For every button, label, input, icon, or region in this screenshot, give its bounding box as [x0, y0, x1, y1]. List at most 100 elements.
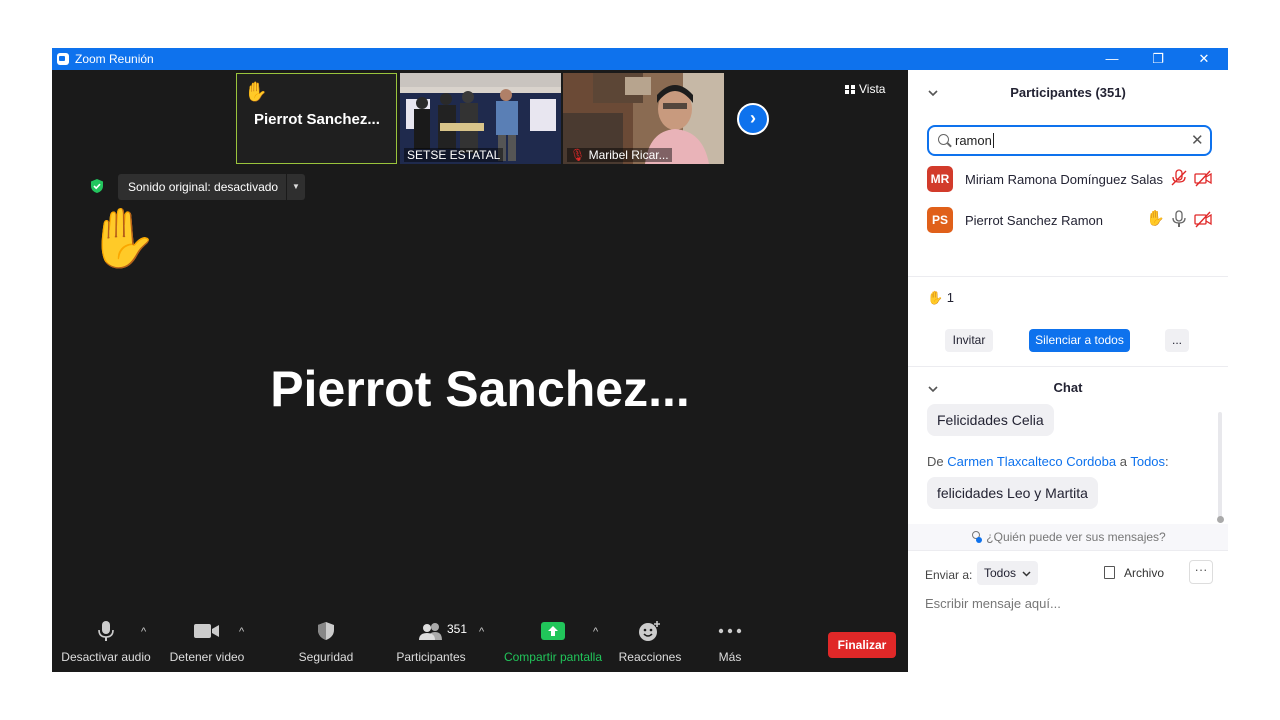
- security-button[interactable]: Seguridad: [292, 616, 360, 664]
- video-camera-icon: [164, 616, 250, 646]
- close-window-button[interactable]: ✕: [1181, 48, 1227, 70]
- video-off-icon[interactable]: [1194, 169, 1212, 187]
- from-suffix: :: [1165, 454, 1169, 469]
- thumbnail-maribel[interactable]: 🎙 Maribel Ricar...: [563, 73, 724, 164]
- video-options-caret[interactable]: ^: [239, 626, 244, 638]
- from-mid: a: [1119, 454, 1127, 469]
- microphone-icon[interactable]: [1170, 210, 1188, 228]
- mute-audio-label: Desactivar audio: [61, 650, 151, 664]
- message-privacy-link[interactable]: ¿Quién puede ver sus mensajes?: [908, 524, 1228, 550]
- send-to-dropdown[interactable]: Todos: [977, 561, 1039, 585]
- meeting-toolbar: Desactivar audio ^ Detener video ^ Segur…: [52, 616, 908, 672]
- raised-hands-count: ✋ 1: [927, 290, 955, 305]
- window-title: Zoom Reunión: [75, 52, 154, 66]
- share-screen-icon: [502, 616, 604, 646]
- more-button[interactable]: Más: [706, 616, 754, 664]
- thumbnail-name-text: Maribel Ricar...: [588, 148, 669, 162]
- reactions-label: Reacciones: [618, 650, 682, 664]
- privacy-label: ¿Quién puede ver sus mensajes?: [986, 530, 1166, 544]
- search-value: ramon: [955, 133, 994, 148]
- avatar: PS: [927, 207, 953, 233]
- send-to-label: Enviar a:: [925, 568, 973, 582]
- participant-row[interactable]: MR Miriam Ramona Domínguez Salas: [927, 166, 1217, 192]
- original-sound-label: Sonido original: desactivado: [128, 180, 279, 194]
- chat-recipient[interactable]: Todos: [1130, 454, 1165, 469]
- thumbnail-pierrot[interactable]: ✋ Pierrot Sanchez...: [236, 73, 397, 164]
- audio-options-caret[interactable]: ^: [141, 626, 146, 638]
- chat-message: Felicidades Celia: [927, 404, 1054, 436]
- participants-label: Participantes: [396, 650, 466, 664]
- participant-name: Miriam Ramona Domínguez Salas: [965, 172, 1163, 187]
- thumbnail-setse[interactable]: SETSE ESTATAL: [400, 73, 561, 164]
- raised-hand-icon: ✋: [1146, 210, 1165, 227]
- file-label: Archivo: [1124, 566, 1165, 580]
- avatar: MR: [927, 166, 953, 192]
- participants-count: 351: [447, 622, 468, 636]
- more-label: Más: [718, 650, 742, 664]
- search-icon: [938, 134, 949, 145]
- stop-video-label: Detener video: [169, 650, 245, 664]
- person-icon: [970, 531, 983, 543]
- chevron-down-icon: [1022, 571, 1031, 577]
- next-page-button[interactable]: ›: [737, 103, 769, 135]
- title-bar: Zoom Reunión — ❐ ✕: [52, 48, 1228, 70]
- chat-scrollbar[interactable]: [1218, 412, 1222, 520]
- divider: [286, 174, 287, 200]
- participant-name: Pierrot Sanchez Ramon: [965, 213, 1104, 228]
- muted-mic-icon[interactable]: [1170, 169, 1188, 187]
- file-icon: [1104, 566, 1115, 579]
- video-off-icon[interactable]: [1194, 210, 1212, 228]
- security-shield-icon: [292, 616, 360, 646]
- encryption-shield-icon[interactable]: [89, 178, 105, 194]
- microphone-icon: [60, 616, 152, 646]
- participants-more-button[interactable]: ...: [1165, 329, 1189, 352]
- share-screen-button[interactable]: Compartir pantalla: [502, 616, 604, 664]
- invite-button[interactable]: Invitar: [945, 329, 993, 352]
- participants-title: Participantes (351): [1010, 85, 1126, 100]
- zoom-app-icon: [57, 53, 69, 65]
- participants-chat-panel: Participantes (351) ramon ✕ MR Miriam Ra…: [908, 70, 1228, 672]
- chat-sender[interactable]: Carmen Tlaxcalteco Cordoba: [947, 454, 1116, 469]
- divider: [908, 276, 1228, 277]
- security-label: Seguridad: [298, 650, 354, 664]
- video-stage: ✋ Pierrot Sanchez... SETSE ESTATAL 🎙 Mar…: [52, 70, 908, 672]
- view-button[interactable]: Vista: [845, 82, 885, 96]
- chat-scrollbar-thumb[interactable]: [1217, 516, 1224, 523]
- participant-row[interactable]: PS Pierrot Sanchez Ramon ✋: [927, 207, 1217, 233]
- active-speaker-name: Pierrot Sanchez...: [270, 361, 690, 417]
- stop-video-button[interactable]: Detener video: [164, 616, 250, 664]
- maximize-button[interactable]: ❐: [1135, 48, 1181, 70]
- raised-hand-icon: ✋: [86, 206, 159, 271]
- mute-audio-button[interactable]: Desactivar audio: [60, 616, 152, 664]
- grid-icon: [845, 85, 855, 94]
- chat-title: Chat: [1053, 380, 1083, 395]
- thumbnail-name: Pierrot Sanchez...: [254, 111, 380, 128]
- view-label: Vista: [859, 82, 886, 96]
- original-sound-toggle[interactable]: Sonido original: desactivado ▼: [118, 174, 305, 200]
- from-prefix: De: [927, 454, 944, 469]
- chevron-down-icon[interactable]: ▼: [292, 174, 300, 200]
- reaction-smiley-icon: [616, 616, 684, 646]
- participants-header: Participantes (351): [908, 70, 1228, 118]
- share-options-caret[interactable]: ^: [593, 626, 598, 638]
- share-screen-label: Compartir pantalla: [503, 650, 603, 664]
- participant-search-input[interactable]: ramon ✕: [927, 125, 1212, 156]
- file-button[interactable]: Archivo: [1104, 566, 1164, 580]
- divider: [908, 366, 1228, 367]
- participants-options-caret[interactable]: ^: [479, 626, 484, 638]
- chat-message-input[interactable]: Escribir mensaje aquí...: [925, 596, 1061, 611]
- chat-message: felicidades Leo y Martita: [927, 477, 1098, 509]
- more-dots-icon: [706, 616, 754, 646]
- minimize-button[interactable]: —: [1089, 48, 1135, 70]
- thumbnail-name: 🎙 Maribel Ricar...: [567, 148, 672, 162]
- end-meeting-button[interactable]: Finalizar: [828, 632, 896, 658]
- clear-search-icon[interactable]: ✕: [1191, 131, 1204, 149]
- mute-all-button[interactable]: Silenciar a todos: [1029, 329, 1130, 352]
- divider: [908, 550, 1228, 551]
- chat-more-button[interactable]: ···: [1189, 560, 1213, 584]
- zoom-window: Zoom Reunión — ❐ ✕ ✋ Pierrot Sanchez...: [52, 48, 1228, 672]
- chat-sender-line: De Carmen Tlaxcalteco Cordoba a Todos:: [927, 454, 1169, 469]
- muted-mic-icon: 🎙: [570, 148, 586, 162]
- thumbnail-name: SETSE ESTATAL: [404, 148, 504, 162]
- reactions-button[interactable]: Reacciones: [616, 616, 684, 664]
